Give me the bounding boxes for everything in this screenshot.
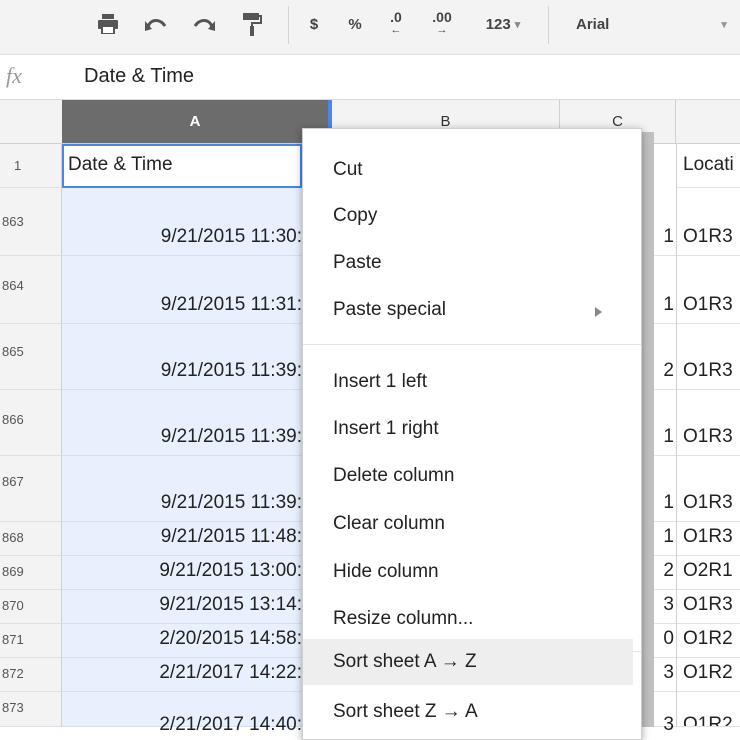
redo-icon bbox=[193, 19, 215, 31]
vertical-scrollbar[interactable] bbox=[640, 132, 654, 727]
menu-item-hide-column[interactable]: Hide column bbox=[333, 561, 439, 583]
cell-a[interactable]: 9/21/2015 11:31: bbox=[62, 256, 302, 324]
cell-a[interactable]: 9/21/2015 13:14: bbox=[62, 590, 302, 624]
cell-d[interactable]: O1R2 bbox=[676, 658, 740, 692]
row-number[interactable]: 863 bbox=[0, 188, 62, 256]
toolbar-separator bbox=[288, 6, 289, 44]
menu-item-sort-a-z[interactable]: Sort sheet A → Z bbox=[333, 651, 477, 673]
row-number[interactable]: 865 bbox=[0, 324, 62, 390]
row-number[interactable]: 870 bbox=[0, 590, 62, 624]
increase-decimal-label: .00 bbox=[432, 9, 452, 25]
menu-item-paste-special[interactable]: Paste special bbox=[333, 299, 446, 321]
cell-d[interactable]: O2R1 bbox=[676, 556, 740, 590]
cell-d[interactable]: O1R3 bbox=[676, 256, 740, 324]
menu-item-insert-left[interactable]: Insert 1 left bbox=[333, 371, 427, 393]
column-header-d[interactable] bbox=[676, 100, 740, 143]
cell-a1[interactable]: Date & Time bbox=[62, 144, 302, 188]
number-format-label: 123 bbox=[485, 15, 511, 33]
chevron-down-icon: ▾ bbox=[514, 18, 521, 31]
paint-roller-icon bbox=[243, 13, 262, 36]
row-number[interactable]: 867 bbox=[0, 456, 62, 522]
column-header-a[interactable]: A bbox=[62, 100, 332, 143]
cell-a[interactable]: 9/21/2015 11:48: bbox=[62, 522, 302, 556]
row-number[interactable]: 866 bbox=[0, 390, 62, 456]
undo-icon bbox=[145, 19, 167, 31]
cell-text: Locati bbox=[683, 154, 734, 175]
currency-format-button[interactable]: $ bbox=[300, 6, 328, 42]
menu-item-resize-column[interactable]: Resize column... bbox=[333, 608, 473, 630]
currency-label: $ bbox=[309, 15, 319, 33]
fx-icon: fx bbox=[6, 63, 22, 88]
submenu-arrow-icon bbox=[595, 307, 602, 317]
cell-d[interactable]: O1R3 bbox=[676, 188, 740, 256]
cell-d[interactable]: O1R2 bbox=[676, 624, 740, 658]
number-format-dropdown[interactable]: 123 ▾ bbox=[470, 6, 536, 42]
cell-d[interactable]: O1R3 bbox=[676, 456, 740, 522]
paint-format-button[interactable] bbox=[232, 6, 272, 42]
menu-item-copy[interactable]: Copy bbox=[333, 205, 377, 227]
menu-item-insert-right[interactable]: Insert 1 right bbox=[333, 418, 439, 440]
row-number[interactable]: 871 bbox=[0, 624, 62, 658]
cell-d[interactable]: O1R3 bbox=[676, 390, 740, 456]
cell-d[interactable]: O1R3 bbox=[676, 522, 740, 556]
cell-a[interactable]: 2/21/2017 14:22: bbox=[62, 658, 302, 692]
cell-a[interactable]: 9/21/2015 11:39: bbox=[62, 456, 302, 522]
cell-a[interactable]: 9/21/2015 11:39: bbox=[62, 390, 302, 456]
font-family-label: Arial bbox=[576, 15, 610, 33]
redo-button[interactable] bbox=[184, 6, 224, 42]
row-number[interactable]: 868 bbox=[0, 522, 62, 556]
menu-separator bbox=[303, 344, 641, 345]
select-all-corner[interactable] bbox=[0, 100, 63, 143]
menu-item-cut[interactable]: Cut bbox=[333, 159, 363, 181]
context-menu: Cut Copy Paste Paste special Insert 1 le… bbox=[302, 128, 642, 740]
cell-d[interactable]: O1R3 bbox=[676, 324, 740, 390]
undo-button[interactable] bbox=[136, 6, 176, 42]
row-number[interactable]: 873 bbox=[0, 692, 62, 727]
print-button[interactable] bbox=[88, 6, 128, 42]
percent-format-button[interactable]: % bbox=[340, 6, 370, 42]
formula-bar: fx Date & Time bbox=[0, 55, 740, 100]
percent-label: % bbox=[348, 15, 362, 33]
menu-item-paste[interactable]: Paste bbox=[333, 252, 382, 274]
toolbar-separator bbox=[548, 6, 549, 44]
chevron-down-icon: ▾ bbox=[721, 18, 727, 31]
cell-a[interactable]: 9/21/2015 11:30: bbox=[62, 188, 302, 256]
menu-item-delete-column[interactable]: Delete column bbox=[333, 465, 454, 487]
formula-input[interactable]: Date & Time bbox=[84, 65, 194, 88]
cell-text: Date & Time bbox=[68, 154, 173, 175]
cell-d[interactable]: O1R3 bbox=[676, 590, 740, 624]
print-icon bbox=[98, 14, 118, 34]
cell-a[interactable]: 9/21/2015 13:00: bbox=[62, 556, 302, 590]
cell-d[interactable]: O1R2 bbox=[676, 692, 740, 727]
increase-decimal-button[interactable]: .00 → bbox=[420, 6, 464, 42]
row-number[interactable]: 864 bbox=[0, 256, 62, 324]
decrease-decimal-label: .0 bbox=[390, 9, 402, 25]
menu-item-clear-column[interactable]: Clear column bbox=[333, 513, 445, 535]
arrow-right-icon: → bbox=[436, 24, 448, 36]
font-family-dropdown[interactable]: Arial ▾ bbox=[560, 6, 730, 42]
cell-a[interactable]: 2/20/2015 14:58: bbox=[62, 624, 302, 658]
arrow-left-icon: ← bbox=[390, 24, 402, 36]
row-number[interactable]: 869 bbox=[0, 556, 62, 590]
cell-a[interactable]: 2/21/2017 14:40: bbox=[62, 692, 302, 735]
decrease-decimal-button[interactable]: .0 ← bbox=[378, 6, 414, 42]
cell-d1[interactable]: Locati bbox=[676, 144, 740, 188]
menu-item-sort-z-a[interactable]: Sort sheet Z → A bbox=[333, 701, 478, 723]
row-number[interactable]: 1 bbox=[0, 144, 62, 188]
row-number[interactable]: 872 bbox=[0, 658, 62, 692]
cell-a[interactable]: 9/21/2015 11:39: bbox=[62, 324, 302, 390]
toolbar: $ % .0 ← .00 → 123 ▾ Arial ▾ bbox=[0, 0, 740, 55]
